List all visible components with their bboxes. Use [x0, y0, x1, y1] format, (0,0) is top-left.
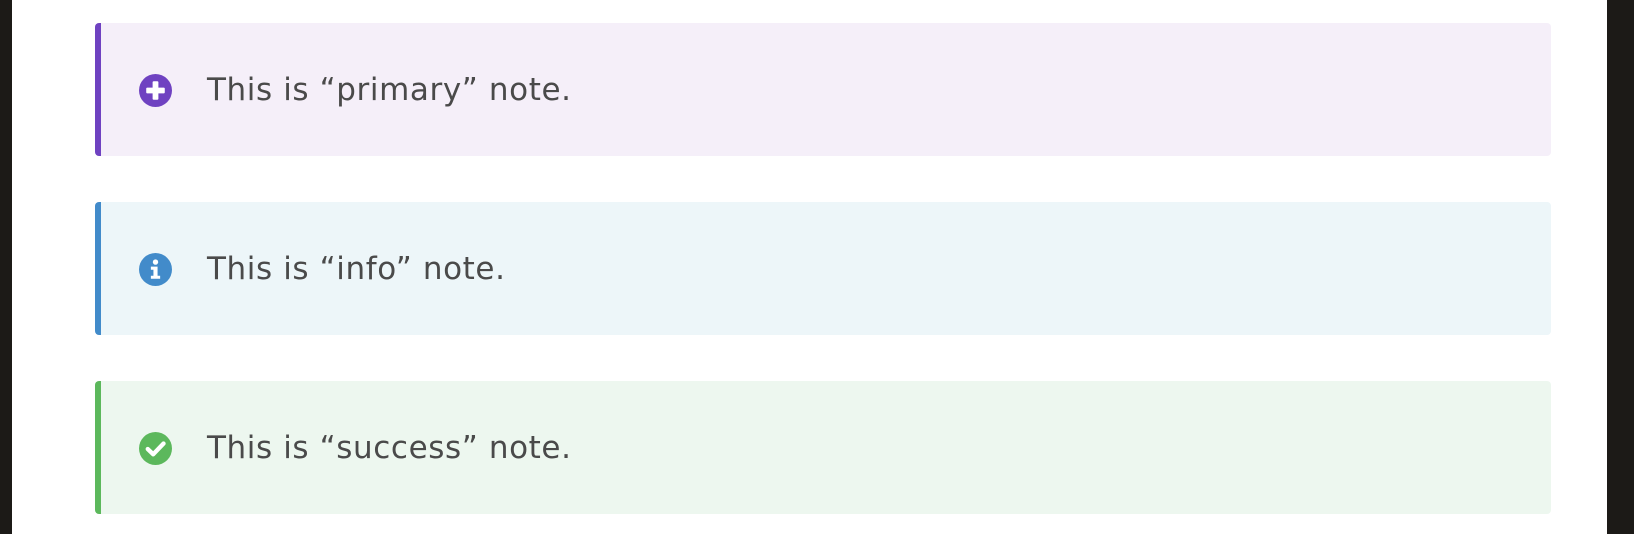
note-success-text: This is “success” note.	[207, 429, 572, 466]
note-primary: This is “primary” note.	[95, 23, 1551, 156]
note-info-text: This is “info” note.	[207, 250, 506, 287]
check-circle-icon	[139, 431, 172, 465]
info-circle-icon	[139, 252, 172, 286]
note-info: This is “info” note.	[95, 202, 1551, 335]
plus-circle-icon	[139, 73, 172, 107]
note-primary-text: This is “primary” note.	[207, 71, 572, 108]
note-success: This is “success” note.	[95, 381, 1551, 514]
page-content: This is “primary” note. This is “info” n…	[12, 0, 1607, 534]
